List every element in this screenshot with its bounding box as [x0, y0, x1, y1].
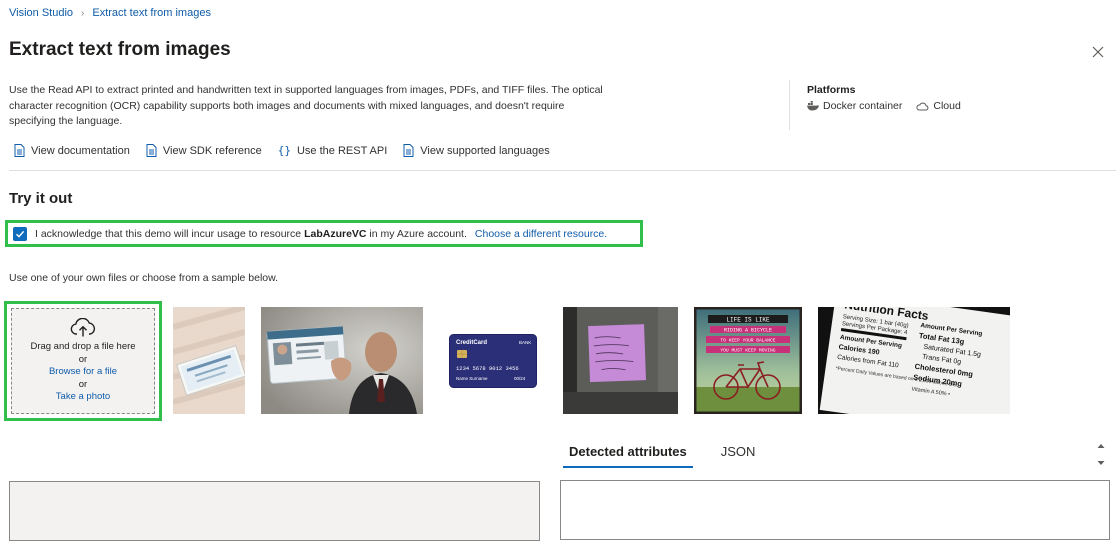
view-sdk-reference-label: View SDK reference	[162, 144, 262, 157]
try-it-out-heading: Try it out	[9, 190, 73, 207]
close-icon[interactable]	[1090, 44, 1106, 60]
choose-different-resource-link[interactable]: Choose a different resource.	[475, 228, 607, 240]
acknowledge-checkbox[interactable]	[13, 226, 27, 241]
sample-image-bicycle-poster[interactable]: LIFE IS LIKE RIDING A BICYCLE TO KEEP YO…	[694, 307, 802, 414]
upload-hint: Use one of your own files or choose from…	[9, 272, 279, 284]
results-panel	[560, 480, 1110, 540]
breadcrumb-vision-studio[interactable]: Vision Studio	[9, 7, 73, 19]
resource-links: View documentation View SDK reference {}…	[14, 144, 550, 157]
acknowledge-suffix: in my Azure account.	[369, 227, 467, 240]
poster-line-2: RIDING A BICYCLE	[724, 328, 772, 334]
browse-file-link[interactable]: Browse for a file	[49, 366, 117, 379]
file-drop-zone[interactable]: Drag and drop a file here or Browse for …	[4, 301, 162, 421]
poster-line-1: LIFE IS LIKE	[726, 317, 770, 324]
use-rest-api-link[interactable]: {} Use the REST API	[278, 144, 388, 157]
docker-icon	[807, 101, 819, 111]
sample-image-ssn-card[interactable]	[173, 307, 245, 414]
resource-name: LabAzureVC	[304, 227, 367, 240]
credit-card-brand: CreditCard	[456, 340, 487, 346]
view-documentation-label: View documentation	[31, 144, 130, 157]
acknowledge-text: I acknowledge that this demo will incur …	[35, 227, 302, 240]
acknowledge-row: I acknowledge that this demo will incur …	[5, 220, 643, 247]
platforms-section: Platforms Docker container Cloud	[807, 84, 961, 112]
document-icon	[14, 144, 25, 157]
checkmark-icon	[16, 230, 25, 238]
view-documentation-link[interactable]: View documentation	[14, 144, 130, 157]
breadcrumb: Vision Studio › Extract text from images	[9, 7, 211, 19]
take-photo-link[interactable]: Take a photo	[56, 391, 110, 404]
credit-card-number: 1234 5678 9012 3456	[456, 365, 519, 372]
platform-docker: Docker container	[807, 100, 902, 112]
credit-card-bank: BANK	[519, 340, 531, 345]
chevron-right-icon: ›	[81, 7, 85, 19]
cloud-upload-icon	[70, 318, 96, 337]
sample-image-id-card[interactable]	[261, 307, 423, 414]
platform-docker-label: Docker container	[823, 100, 903, 112]
scroll-up-arrow-icon[interactable]	[1096, 438, 1106, 448]
poster-line-4: YOU MUST KEEP MOVING	[720, 348, 775, 354]
image-preview-panel	[9, 481, 540, 541]
document-icon	[146, 144, 157, 157]
drag-drop-text: Drag and drop a file here	[30, 341, 136, 353]
view-supported-languages-link[interactable]: View supported languages	[403, 144, 550, 157]
platform-cloud: Cloud	[916, 100, 961, 112]
sample-image-credit-card[interactable]: CreditCard BANK 1234 5678 9012 3456 Name…	[449, 334, 537, 388]
cloud-icon	[916, 102, 929, 110]
scroll-down-arrow-icon[interactable]	[1096, 455, 1106, 465]
sample-image-sticky-note[interactable]	[563, 307, 678, 414]
credit-card-name: Name Surname	[456, 376, 488, 381]
sample-image-nutrition-label[interactable]: Nutrition Facts Serving Size: 1 bar (40g…	[818, 307, 1010, 414]
platforms-title: Platforms	[807, 84, 856, 96]
page-title: Extract text from images	[9, 39, 231, 60]
platform-cloud-label: Cloud	[933, 100, 961, 112]
poster-line-3: TO KEEP YOUR BALANCE	[720, 338, 775, 344]
braces-icon: {}	[277, 144, 291, 157]
vertical-divider	[789, 80, 790, 130]
document-icon	[403, 144, 414, 157]
section-divider	[9, 170, 1116, 171]
use-rest-api-label: Use the REST API	[296, 144, 388, 157]
view-supported-languages-label: View supported languages	[420, 144, 550, 157]
view-sdk-reference-link[interactable]: View SDK reference	[146, 144, 262, 157]
tab-detected-attributes[interactable]: Detected attributes	[563, 440, 693, 468]
page-description: Use the Read API to extract printed and …	[9, 84, 603, 127]
or-text: or	[78, 353, 88, 365]
credit-card-expiry: 00/24	[514, 376, 526, 381]
results-tabs: Detected attributes JSON	[563, 440, 761, 468]
or-text: or	[78, 378, 88, 390]
breadcrumb-current[interactable]: Extract text from images	[92, 7, 211, 19]
tab-json[interactable]: JSON	[715, 440, 762, 468]
